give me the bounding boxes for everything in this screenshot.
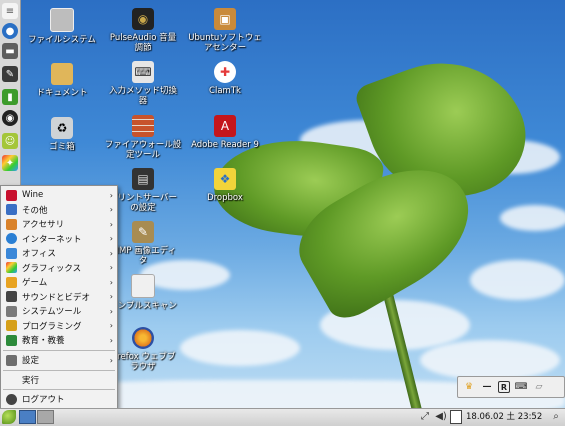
- folder-icon[interactable]: ▬: [2, 43, 18, 59]
- speaker-icon: ◉: [132, 8, 154, 30]
- menu-item-office[interactable]: オフィス ›: [1, 246, 117, 261]
- chevron-right-icon: ›: [109, 321, 113, 331]
- desktop-icon-firewall[interactable]: ファイアウォール設 定ツール: [103, 115, 183, 160]
- desktop-icon-clamtk[interactable]: ✚ ClamTk: [185, 61, 265, 96]
- launcher-dock: ≡ ● ▬ ✎ ▮ ◉ ☺ ✦: [0, 0, 21, 186]
- menu-item-run[interactable]: 実行: [1, 373, 117, 388]
- disc-icon[interactable]: ◉: [2, 110, 18, 126]
- desktop-icon-software-center[interactable]: ▣ Ubuntuソフトウェ アセンター: [185, 8, 265, 53]
- chevron-right-icon: ›: [109, 263, 113, 273]
- games-icon: [6, 276, 17, 288]
- r-mode-button[interactable]: R: [498, 381, 510, 393]
- desktop-icon-input-method[interactable]: ⌨ 入力メソッド切換 器: [103, 61, 183, 106]
- screen-icon[interactable]: [450, 410, 462, 424]
- graphics-icon: [6, 262, 17, 274]
- office-icon: [6, 247, 17, 259]
- bottom-panel: ⤢ ◀) 18.06.02 土 23:52 ⌕: [0, 408, 565, 426]
- menu-item-settings[interactable]: 設定 ›: [1, 353, 117, 368]
- menu-item-system-tools[interactable]: システムツール ›: [1, 304, 117, 319]
- crown-icon[interactable]: ♛: [462, 380, 476, 394]
- firewall-icon: [132, 115, 154, 137]
- desktop-icon-pulseaudio[interactable]: ◉ PulseAudio 音量 調節: [103, 8, 183, 53]
- drive-icon: [50, 8, 74, 32]
- chevron-right-icon: ›: [109, 292, 113, 302]
- desktop-icon-documents[interactable]: ドキュメント: [22, 63, 102, 98]
- adobe-reader-icon: A: [214, 115, 236, 137]
- colors-icon[interactable]: ✦: [2, 155, 18, 171]
- desktop-icon-trash[interactable]: ♻ ゴミ箱: [22, 117, 102, 152]
- menu-button-leaf-icon[interactable]: [2, 410, 16, 424]
- menu-separator: [3, 370, 115, 371]
- software-center-icon: ▣: [214, 8, 236, 30]
- application-menu: Wine › その他 › アクセサリ › インターネット › オフィス › グラ…: [0, 185, 118, 409]
- menu-item-internet[interactable]: インターネット ›: [1, 232, 117, 247]
- keyboard-icon[interactable]: ⌨: [514, 380, 528, 394]
- settings-icon: [6, 354, 17, 366]
- chevron-right-icon: ›: [109, 219, 113, 229]
- input-method-toolbar: ♛ — R ⌨ ▱: [457, 376, 565, 398]
- education-icon: [6, 334, 17, 346]
- dropbox-icon: ❖: [214, 168, 236, 190]
- minus-icon[interactable]: —: [480, 380, 494, 394]
- desktop-icon-dropbox[interactable]: ❖ Dropbox: [185, 168, 265, 203]
- keyboard-icon: ⌨: [132, 61, 154, 83]
- programming-icon: [6, 320, 17, 332]
- chevron-right-icon: ›: [109, 335, 113, 345]
- trash-icon: ♻: [51, 117, 73, 139]
- menu-item-other[interactable]: その他 ›: [1, 203, 117, 218]
- chevron-right-icon: ›: [109, 205, 113, 215]
- wine-icon: [6, 189, 17, 201]
- menu-item-wine[interactable]: Wine ›: [1, 188, 117, 203]
- desktop-icon-adobe-reader[interactable]: A Adobe Reader 9: [185, 115, 265, 150]
- chevron-right-icon: ›: [109, 306, 113, 316]
- pen-icon[interactable]: ✎: [2, 66, 18, 82]
- workspace-2-button[interactable]: [37, 410, 54, 424]
- firefox-icon: [132, 327, 154, 349]
- system-tools-icon: [6, 305, 17, 317]
- other-icon: [6, 204, 17, 216]
- gimp-icon: ✎: [132, 221, 154, 243]
- document-icon[interactable]: ≡: [2, 3, 18, 19]
- chevron-right-icon: ›: [109, 277, 113, 287]
- browser-icon[interactable]: ●: [2, 23, 18, 39]
- menu-separator: [3, 350, 115, 351]
- menu-item-logout[interactable]: ログアウト: [1, 392, 117, 407]
- printer-icon: ▤: [132, 168, 154, 190]
- clock[interactable]: 18.06.02 土 23:52: [466, 410, 546, 424]
- chevron-right-icon: ›: [109, 248, 113, 258]
- menu-item-programming[interactable]: プログラミング ›: [1, 319, 117, 334]
- network-icon[interactable]: ⤢: [418, 410, 432, 424]
- scanner-icon: [131, 274, 155, 298]
- menu-item-sound-video[interactable]: サウンドとビデオ ›: [1, 290, 117, 305]
- search-icon[interactable]: ⌕: [549, 410, 563, 424]
- folder-icon: [51, 63, 73, 85]
- chevron-right-icon: ›: [109, 234, 113, 244]
- volume-icon[interactable]: ◀): [434, 410, 448, 424]
- menu-item-games[interactable]: ゲーム ›: [1, 275, 117, 290]
- accessories-icon: [6, 218, 17, 230]
- menu-item-accessories[interactable]: アクセサリ ›: [1, 217, 117, 232]
- chevron-right-icon: ›: [109, 355, 113, 365]
- menu-separator: [3, 389, 115, 390]
- clamtk-icon: ✚: [214, 61, 236, 83]
- android-icon[interactable]: ☺: [2, 133, 18, 149]
- logout-icon: [6, 393, 17, 405]
- menu-item-graphics[interactable]: グラフィックス ›: [1, 261, 117, 276]
- menu-item-education[interactable]: 教育・教養 ›: [1, 333, 117, 348]
- workspace-1-button[interactable]: [19, 410, 36, 424]
- internet-icon: [6, 233, 17, 245]
- eraser-icon[interactable]: ▱: [532, 380, 546, 394]
- chevron-right-icon: ›: [109, 190, 113, 200]
- terminal-icon[interactable]: ▮: [2, 89, 18, 105]
- sound-video-icon: [6, 291, 17, 303]
- desktop-icon-filesystem[interactable]: ファイルシステム: [22, 8, 102, 45]
